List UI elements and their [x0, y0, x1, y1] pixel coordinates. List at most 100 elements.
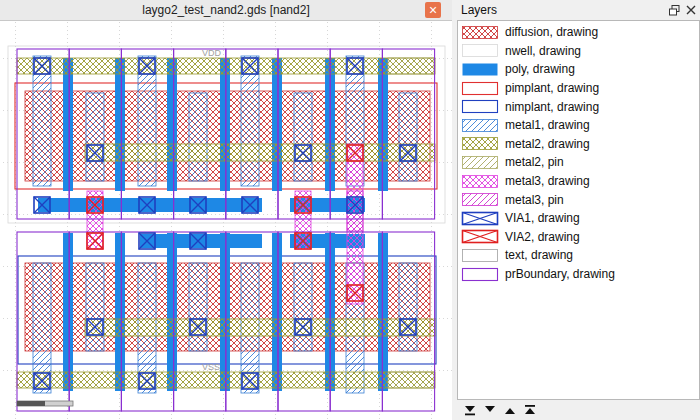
- swatch-fill: [463, 45, 498, 57]
- layout-shape: [241, 56, 259, 186]
- layer-swatch[interactable]: [461, 136, 499, 151]
- layer-swatch[interactable]: [461, 118, 499, 133]
- layer-swatch[interactable]: [461, 248, 499, 263]
- layout-shape: [69, 49, 121, 219]
- layout-shape: [34, 197, 50, 213]
- layer-swatch[interactable]: [461, 62, 499, 77]
- layout-shape: [33, 56, 51, 186]
- swatch-fill: [463, 82, 498, 94]
- layer-row[interactable]: nwell, drawing: [461, 42, 696, 61]
- layer-row[interactable]: VIA2, drawing: [461, 228, 696, 247]
- swatch-fill: [463, 249, 498, 261]
- layer-row[interactable]: diffusion, drawing: [461, 23, 696, 42]
- layout-shape: [278, 232, 330, 411]
- layer-swatch[interactable]: [461, 81, 499, 96]
- layer-swatch[interactable]: [461, 99, 499, 114]
- layer-row[interactable]: text, drawing: [461, 246, 696, 265]
- layout-shape: [347, 145, 363, 161]
- move-bottom-icon: [464, 404, 476, 416]
- layout-shape: [382, 232, 434, 411]
- layer-name: pimplant, drawing: [505, 81, 599, 95]
- layout-shape: [63, 233, 73, 391]
- layout-shape: [8, 46, 445, 223]
- layout-shape: [226, 232, 278, 411]
- layout-shape: [272, 58, 282, 191]
- layout-shape: [330, 49, 382, 219]
- layer-row[interactable]: nimplant, drawing: [461, 97, 696, 116]
- layout-shape: [388, 58, 434, 74]
- layout-shape: [69, 232, 121, 411]
- layout-shape: [34, 58, 50, 74]
- move-top-icon: [524, 404, 536, 416]
- swatch-fill: [463, 268, 498, 280]
- layout-shape: [347, 58, 363, 74]
- layer-swatch[interactable]: [461, 43, 499, 58]
- layout-canvas[interactable]: VDDVSS: [0, 21, 452, 420]
- layer-row[interactable]: VIA1, drawing: [461, 209, 696, 228]
- layout-shape: [121, 49, 173, 219]
- layout-shape: [399, 263, 417, 351]
- layer-row[interactable]: metal3, pin: [461, 190, 696, 209]
- layer-name: metal2, pin: [505, 155, 564, 169]
- layout-shape: [382, 49, 434, 219]
- move-down-button[interactable]: [481, 401, 499, 419]
- move-up-icon: [504, 404, 516, 416]
- layout-shape: [347, 191, 363, 231]
- layout-shape: [220, 233, 230, 391]
- layout-shape: [17, 49, 69, 219]
- layout-shape: [388, 372, 434, 388]
- layer-swatch[interactable]: [461, 155, 499, 170]
- layout-shape: [295, 145, 311, 161]
- layout-shape: [33, 263, 51, 393]
- move-down-icon: [484, 404, 496, 416]
- layer-row[interactable]: metal2, drawing: [461, 135, 696, 154]
- layout-drawing[interactable]: VDDVSS: [0, 21, 452, 420]
- layout-shape: [115, 58, 125, 191]
- layout-shape: [139, 373, 155, 389]
- layout-shape: [242, 373, 258, 389]
- close-button[interactable]: ×: [425, 2, 441, 18]
- layer-row[interactable]: pimplant, drawing: [461, 79, 696, 98]
- title-bar: laygo2_test_nand2.gds [nand2]×: [0, 0, 452, 21]
- layer-swatch[interactable]: [461, 192, 499, 207]
- layout-shape: [86, 263, 104, 351]
- layout-shape: [167, 58, 177, 191]
- layout-shape: [38, 198, 262, 212]
- float-icon[interactable]: [669, 5, 680, 16]
- layout-shape: [139, 233, 155, 249]
- layout-shape: [189, 263, 207, 351]
- layout-shape: [189, 93, 207, 181]
- layer-swatch[interactable]: [461, 211, 499, 226]
- move-bottom-button[interactable]: [461, 401, 479, 419]
- layout-shape: [347, 197, 363, 213]
- layer-name: prBoundary, drawing: [505, 267, 615, 281]
- layer-row[interactable]: metal2, pin: [461, 153, 696, 172]
- layout-shape: [242, 197, 258, 213]
- layout-shape: [87, 319, 103, 335]
- close-icon[interactable]: [686, 5, 696, 15]
- layer-swatch[interactable]: [461, 174, 499, 189]
- layout-shape: [399, 93, 417, 181]
- layer-row[interactable]: metal1, drawing: [461, 116, 696, 135]
- layout-shape: [294, 263, 312, 351]
- layout-shape: [140, 234, 262, 248]
- layer-row[interactable]: poly, drawing: [461, 60, 696, 79]
- layout-shape: [378, 58, 388, 191]
- layers-panel: Layers diffusion, drawing nwell, drawing po…: [457, 0, 700, 420]
- layer-row[interactable]: metal3, drawing: [461, 172, 696, 191]
- panel-title: Layers: [461, 3, 497, 17]
- layer-swatch[interactable]: [461, 267, 499, 282]
- layer-swatch[interactable]: [461, 229, 499, 244]
- layout-shape: [294, 93, 312, 181]
- move-up-button[interactable]: [501, 401, 519, 419]
- layer-row[interactable]: prBoundary, drawing: [461, 265, 696, 284]
- layer-name: nwell, drawing: [505, 44, 581, 58]
- layout-shape: [87, 197, 103, 213]
- layout-shape: [138, 56, 156, 186]
- move-top-button[interactable]: [521, 401, 539, 419]
- layout-shape: [220, 58, 230, 191]
- layout-shape: [295, 319, 311, 335]
- swatch-fill: [463, 194, 498, 206]
- layer-swatch[interactable]: [461, 25, 499, 40]
- swatch-fill: [463, 175, 498, 187]
